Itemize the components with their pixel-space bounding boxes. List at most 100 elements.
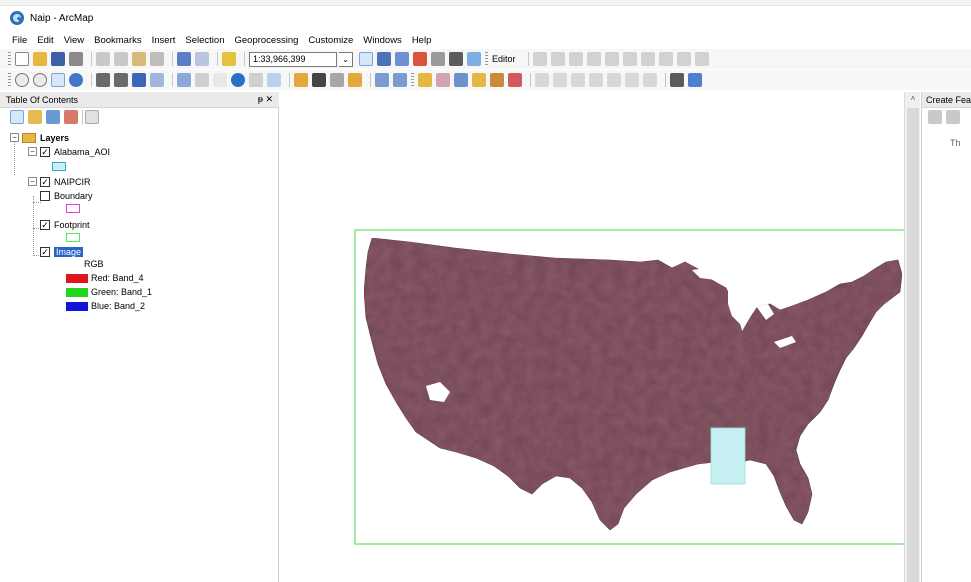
layer-visibility-checkbox[interactable]: ✓ (40, 176, 50, 187)
map-scale-input[interactable]: 1:33,966,399 (249, 51, 337, 67)
catalog-icon[interactable] (395, 52, 409, 66)
open-folder-icon[interactable] (33, 52, 47, 66)
layer-tool-7-icon[interactable] (535, 73, 549, 87)
layer-label-image-selected[interactable]: Image (54, 246, 84, 257)
full-extent-icon[interactable] (69, 73, 83, 87)
close-icon[interactable]: ✕ (265, 94, 273, 104)
collapse-icon[interactable]: − (10, 133, 19, 142)
pan-hand-icon[interactable] (51, 73, 65, 87)
edit-tool-icon[interactable] (532, 52, 547, 66)
menu-windows[interactable]: Windows (363, 35, 402, 46)
straight-segment-icon[interactable] (568, 52, 583, 66)
new-document-icon[interactable] (15, 52, 29, 66)
menu-bookmarks[interactable]: Bookmarks (94, 35, 142, 46)
toolbar-grip[interactable] (485, 52, 488, 66)
cut-icon[interactable] (96, 52, 110, 66)
python-window-icon[interactable] (449, 52, 463, 66)
list-by-source-icon[interactable] (28, 110, 42, 124)
clear-selection-icon[interactable] (195, 73, 209, 87)
collapse-icon[interactable]: − (28, 147, 37, 156)
paste-icon[interactable] (132, 52, 146, 66)
save-icon[interactable] (51, 52, 65, 66)
list-by-drawing-order-icon[interactable] (10, 110, 24, 124)
select-elements-arrow-icon[interactable] (213, 73, 227, 87)
toolbar-grip[interactable] (411, 73, 414, 87)
create-viewer-window-icon[interactable] (393, 73, 407, 87)
toolbar-grip[interactable] (8, 73, 11, 87)
create-features-icon[interactable] (694, 52, 709, 66)
select-features-icon[interactable] (177, 73, 191, 87)
organize-templates-icon[interactable] (928, 110, 942, 124)
print-icon[interactable] (69, 52, 83, 66)
layer-tool-9-icon[interactable] (571, 73, 585, 87)
layer-row-alabama-aoi[interactable]: − ✓ Alabama_AOI (28, 145, 110, 158)
undo-icon[interactable] (177, 52, 191, 66)
menu-help[interactable]: Help (412, 35, 432, 46)
layers-root-row[interactable]: − Layers (10, 131, 69, 144)
trace-icon[interactable] (586, 52, 601, 66)
layer-tool-4-icon[interactable] (472, 73, 486, 87)
list-by-visibility-icon[interactable] (46, 110, 60, 124)
forward-arrow-icon[interactable] (150, 73, 164, 87)
layer-tool-3-icon[interactable] (454, 73, 468, 87)
layer-tool-5-icon[interactable] (490, 73, 504, 87)
find-route-icon[interactable] (330, 73, 344, 87)
gear-icon[interactable] (670, 73, 684, 87)
scrollbar-thumb[interactable] (907, 108, 919, 582)
zoom-out-icon[interactable] (33, 73, 47, 87)
layer-tool-11-icon[interactable] (607, 73, 621, 87)
panel-scrollbar[interactable]: ˄ (904, 92, 920, 582)
identify-icon[interactable] (231, 73, 245, 87)
chevron-down-icon[interactable]: ⌄ (339, 51, 353, 67)
attributes-icon[interactable] (658, 52, 673, 66)
model-builder-icon[interactable] (467, 52, 481, 66)
layer-tool-2-icon[interactable] (436, 73, 450, 87)
copy-icon[interactable] (114, 52, 128, 66)
arctoolbox-icon[interactable] (431, 52, 445, 66)
layer-tool-8-icon[interactable] (553, 73, 567, 87)
layer-tool-6-icon[interactable] (508, 73, 522, 87)
layer-row-image[interactable]: ✓ Image (40, 245, 84, 258)
list-by-selection-icon[interactable] (64, 110, 78, 124)
layer-tool-12-icon[interactable] (625, 73, 639, 87)
alabama-aoi-symbol[interactable] (52, 162, 66, 171)
table-of-contents-icon[interactable] (377, 52, 391, 66)
layer-row-naipcir[interactable]: − ✓ NAIPCIR (28, 175, 91, 188)
footprint-symbol[interactable] (66, 233, 80, 242)
options-icon[interactable] (85, 110, 99, 124)
collapse-icon[interactable]: − (28, 177, 37, 186)
delete-icon[interactable] (150, 52, 164, 66)
toolbar-grip[interactable] (8, 52, 11, 66)
menu-file[interactable]: File (12, 35, 27, 46)
add-data-icon[interactable] (222, 52, 236, 66)
go-to-xy-icon[interactable] (348, 73, 362, 87)
rotate-icon[interactable] (640, 52, 655, 66)
redo-icon[interactable] (195, 52, 209, 66)
layer-tool-14-icon[interactable] (688, 73, 702, 87)
layer-visibility-checkbox[interactable]: ✓ (40, 219, 50, 230)
boundary-symbol[interactable] (66, 204, 80, 213)
fixed-zoom-in-icon[interactable] (96, 73, 110, 87)
html-popup-icon[interactable] (249, 73, 263, 87)
layer-tool-13-icon[interactable] (643, 73, 657, 87)
menu-insert[interactable]: Insert (152, 35, 176, 46)
back-arrow-icon[interactable] (132, 73, 146, 87)
map-canvas[interactable] (280, 92, 904, 582)
point-icon[interactable] (604, 52, 619, 66)
menu-customize[interactable]: Customize (308, 35, 353, 46)
split-tool-icon[interactable] (622, 52, 637, 66)
hyperlink-icon[interactable] (267, 73, 281, 87)
menu-geoprocessing[interactable]: Geoprocessing (234, 35, 298, 46)
editor-menu[interactable]: Editor (492, 54, 516, 64)
measure-icon[interactable] (294, 73, 308, 87)
layer-visibility-checkbox[interactable]: ✓ (40, 246, 50, 257)
template-view-icon[interactable] (946, 110, 960, 124)
layer-row-footprint[interactable]: ✓ Footprint (40, 218, 90, 231)
editor-toolbar-toggle-icon[interactable] (359, 52, 373, 66)
layer-visibility-checkbox[interactable] (40, 190, 50, 201)
edit-annotation-icon[interactable] (550, 52, 565, 66)
zoom-in-icon[interactable] (15, 73, 29, 87)
sketch-properties-icon[interactable] (676, 52, 691, 66)
menu-edit[interactable]: Edit (37, 35, 53, 46)
pin-icon[interactable]: ᵽ (258, 94, 263, 104)
